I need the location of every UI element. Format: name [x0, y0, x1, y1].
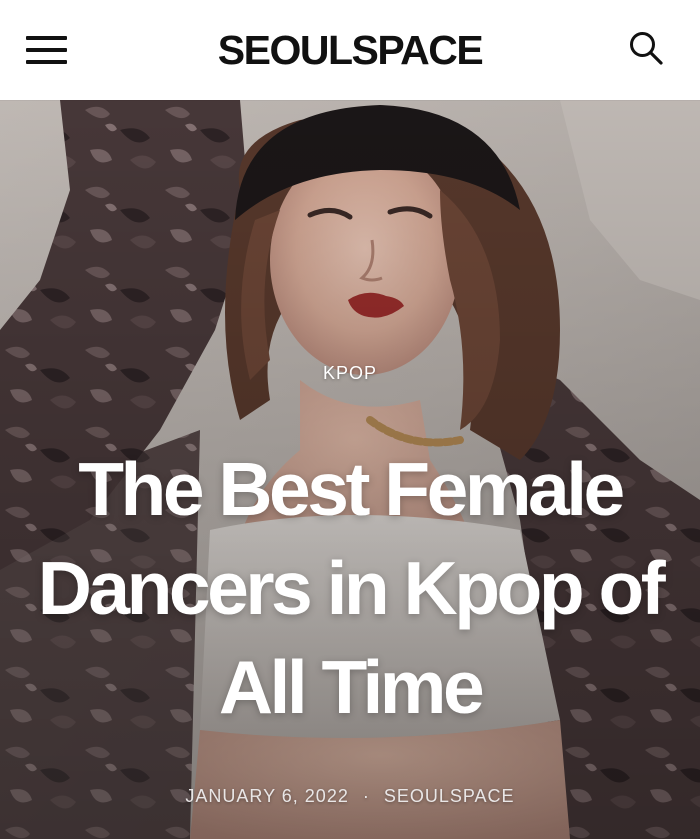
hero-content: KPOP The Best Female Dancers in Kpop of … — [0, 100, 700, 839]
hero-section[interactable]: KPOP The Best Female Dancers in Kpop of … — [0, 100, 700, 839]
search-icon — [630, 32, 663, 65]
post-title[interactable]: The Best Female Dancers in Kpop of All T… — [20, 440, 680, 737]
post-meta: JANUARY 6, 2022 · SEOULSPACE — [0, 786, 700, 807]
site-header: SEOULSPACE — [0, 0, 700, 100]
post-date: JANUARY 6, 2022 — [185, 786, 349, 806]
meta-separator: · — [362, 786, 370, 806]
post-author[interactable]: SEOULSPACE — [384, 786, 515, 806]
site-logo[interactable]: SEOULSPACE — [0, 26, 700, 74]
category-link[interactable]: KPOP — [0, 363, 700, 384]
page: SEOULSPACE KPOP The Best Female Dancers … — [0, 0, 700, 839]
search-button[interactable] — [628, 30, 664, 66]
